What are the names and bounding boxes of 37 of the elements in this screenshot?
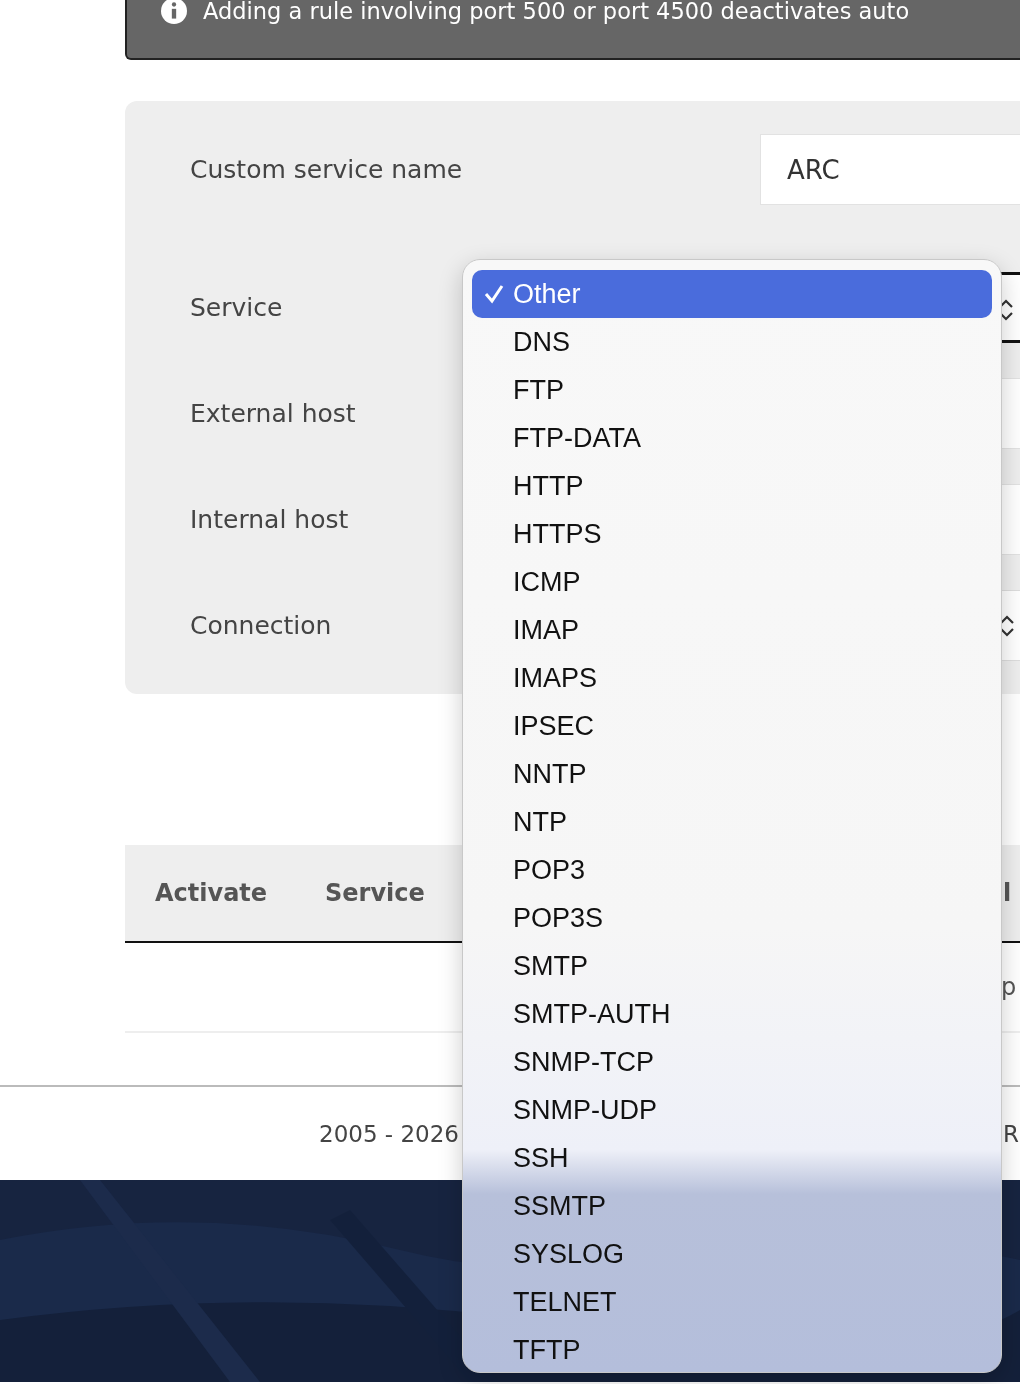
field-label: External host [190,399,356,428]
column-header: Activate [155,879,269,907]
dropdown-option[interactable]: Other [472,270,992,318]
dropdown-option[interactable]: NNTP [472,750,992,798]
dropdown-option[interactable]: ICMP [472,558,992,606]
column-header: l [1003,879,1013,907]
dropdown-option[interactable]: TELNET [472,1278,992,1326]
dropdown-option[interactable]: IMAP [472,606,992,654]
dropdown-option[interactable]: SSMTP [472,1182,992,1230]
footer-text: R [1003,1120,1019,1147]
dropdown-option[interactable]: HTTPS [472,510,992,558]
table-cell-text: p [1001,973,1018,1001]
field-label: Service [190,293,283,322]
notice-text: Adding a rule involving port 500 or port 4500 deactivates auto [203,0,910,25]
dropdown-option[interactable]: SMTP-AUTH [472,990,992,1038]
field-label: Connection [190,611,332,640]
check-icon [484,284,504,304]
field-label: Internal host [190,505,349,534]
copyright-text: 2005 - 2026 [319,1120,460,1147]
column-header: Service [325,879,426,907]
chevron-icon [999,615,1015,637]
dropdown-option[interactable]: SNMP-TCP [472,1038,992,1086]
dropdown-option[interactable]: NTP [472,798,992,846]
dropdown-option[interactable]: IMAPS [472,654,992,702]
input-field[interactable]: ARC [760,134,1020,205]
dropdown-option[interactable]: POP3S [472,894,992,942]
dropdown-option[interactable]: DNS [472,318,992,366]
dropdown-option[interactable]: POP3 [472,846,992,894]
dropdown-option[interactable]: HTTP [472,462,992,510]
dropdown-option[interactable]: FTP [472,366,992,414]
dropdown-option[interactable]: SSH [472,1134,992,1182]
dropdown-option[interactable]: SNMP-UDP [472,1086,992,1134]
dropdown-option[interactable]: SYSLOG [472,1230,992,1278]
field-label: Custom service name [190,155,463,184]
dropdown-option[interactable]: FTP-DATA [472,414,992,462]
dropdown-option[interactable]: SMTP [472,942,992,990]
dropdown-option[interactable]: IPSEC [472,702,992,750]
